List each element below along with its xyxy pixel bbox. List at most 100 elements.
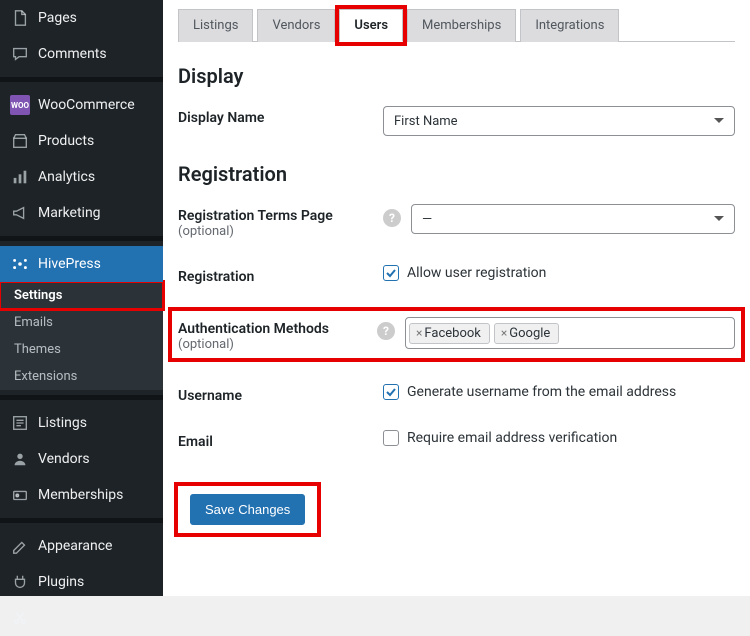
label-auth-methods: Authentication Methods (optional) [178, 317, 377, 352]
sidebar-separator [0, 518, 163, 523]
sidebar-item-label: Pages [38, 10, 77, 26]
row-email: Email Require email address verification [178, 430, 735, 450]
section-registration-title: Registration [178, 162, 735, 186]
sidebar-item-label: Analytics [38, 169, 95, 185]
tab-vendors[interactable]: Vendors [257, 9, 335, 42]
vendors-icon [10, 449, 30, 469]
label-optional: (optional) [178, 337, 377, 352]
sidebar-item-label: Memberships [38, 487, 123, 503]
auth-methods-input[interactable]: ×Facebook ×Google [405, 317, 735, 349]
listings-icon [10, 413, 30, 433]
tag-remove-icon[interactable]: × [501, 326, 507, 340]
sidebar-sub-emails[interactable]: Emails [0, 309, 163, 336]
sidebar-item-comments[interactable]: Comments [0, 36, 163, 72]
sidebar-item-hivepress[interactable]: HivePress [0, 246, 163, 282]
help-icon[interactable]: ? [377, 322, 395, 340]
sidebar-item-label: HivePress [38, 256, 101, 272]
row-username: Username Generate username from the emai… [178, 384, 735, 404]
save-button-label: Save Changes [205, 502, 290, 517]
sidebar-item-label: Plugins [38, 574, 84, 590]
tag-label: Google [509, 326, 550, 341]
pages-icon [10, 8, 30, 28]
memberships-icon [10, 485, 30, 505]
sidebar-item-listings[interactable]: Listings [0, 405, 163, 441]
label-registration: Registration [178, 265, 383, 285]
sidebar-sub-label: Themes [14, 342, 61, 357]
main-content: Listings Vendors Users Memberships Integ… [163, 0, 750, 596]
tab-memberships[interactable]: Memberships [407, 9, 516, 42]
checkbox-label: Generate username from the email address [407, 384, 676, 400]
checkbox-generate-username[interactable]: Generate username from the email address [383, 384, 676, 400]
tag-facebook[interactable]: ×Facebook [409, 323, 490, 344]
sidebar-sub-label: Emails [14, 315, 53, 330]
products-icon [10, 131, 30, 151]
tag-label: Facebook [424, 326, 480, 341]
sidebar-item-vendors[interactable]: Vendors [0, 441, 163, 477]
tab-integrations[interactable]: Integrations [520, 9, 619, 42]
appearance-icon [10, 536, 30, 556]
sidebar-separator [0, 77, 163, 82]
row-auth-methods: Authentication Methods (optional) ? ×Fac… [172, 311, 741, 358]
sidebar-item-analytics[interactable]: Analytics [0, 159, 163, 195]
row-reg-terms: Registration Terms Page (optional) ? — [178, 204, 735, 239]
sidebar-separator [0, 236, 163, 241]
checkbox-label: Allow user registration [407, 265, 546, 281]
label-display-name: Display Name [178, 106, 383, 126]
save-button[interactable]: Save Changes [190, 494, 305, 525]
sidebar-sub-label: Settings [14, 288, 62, 303]
sidebar-item-products[interactable]: Products [0, 123, 163, 159]
hivepress-icon [10, 254, 30, 274]
analytics-icon [10, 167, 30, 187]
admin-sidebar: Pages Comments WOO WooCommerce Products … [0, 0, 163, 596]
snippets-icon [10, 608, 30, 628]
label-text: Registration Terms Page [178, 208, 333, 224]
settings-tabs: Listings Vendors Users Memberships Integ… [178, 0, 735, 42]
sidebar-item-marketing[interactable]: Marketing [0, 195, 163, 231]
sidebar-item-appearance[interactable]: Appearance [0, 528, 163, 564]
tab-listings[interactable]: Listings [178, 9, 253, 42]
plugins-icon [10, 572, 30, 592]
sidebar-item-woocommerce[interactable]: WOO WooCommerce [0, 87, 163, 123]
tag-google[interactable]: ×Google [494, 323, 559, 344]
sidebar-item-label: Appearance [38, 538, 112, 554]
tab-users[interactable]: Users [339, 9, 403, 42]
select-value: First Name [394, 114, 458, 129]
row-display-name: Display Name First Name [178, 106, 735, 136]
select-value: — [422, 212, 432, 227]
sidebar-item-label: Comments [38, 46, 107, 62]
sidebar-sub-themes[interactable]: Themes [0, 336, 163, 363]
label-reg-terms: Registration Terms Page (optional) [178, 204, 383, 239]
woocommerce-icon: WOO [10, 95, 30, 115]
sidebar-item-label: Marketing [38, 205, 101, 221]
sidebar-item-plugins[interactable]: Plugins [0, 564, 163, 600]
checkbox-allow-registration[interactable]: Allow user registration [383, 265, 546, 281]
help-icon[interactable]: ? [383, 209, 401, 227]
save-highlight: Save Changes [178, 486, 317, 533]
comments-icon [10, 44, 30, 64]
checkbox-require-email-verif[interactable]: Require email address verification [383, 430, 617, 446]
tag-remove-icon[interactable]: × [416, 326, 422, 340]
select-display-name[interactable]: First Name [383, 106, 735, 136]
marketing-icon [10, 203, 30, 223]
sidebar-item-label: WooCommerce [38, 97, 135, 113]
tab-label: Memberships [422, 18, 501, 33]
sidebar-item-label: Products [38, 133, 94, 149]
sidebar-item-pages[interactable]: Pages [0, 0, 163, 36]
checkbox-label: Require email address verification [407, 430, 617, 446]
sidebar-item-label: Snippets [38, 610, 92, 626]
select-reg-terms[interactable]: — [411, 204, 735, 234]
sidebar-item-label: Listings [38, 415, 87, 431]
sidebar-sub-extensions[interactable]: Extensions [0, 363, 163, 390]
sidebar-separator [0, 395, 163, 400]
label-text: Authentication Methods [178, 321, 329, 337]
sidebar-item-memberships[interactable]: Memberships [0, 477, 163, 513]
label-optional: (optional) [178, 224, 383, 239]
sidebar-item-snippets[interactable]: Snippets [0, 600, 163, 636]
checkbox-box [383, 265, 399, 281]
tab-label: Listings [193, 18, 238, 33]
sidebar-item-label: Vendors [38, 451, 90, 467]
tab-label: Integrations [535, 18, 604, 33]
sidebar-sub-settings[interactable]: Settings [0, 282, 163, 309]
section-display-title: Display [178, 64, 735, 88]
label-username: Username [178, 384, 383, 404]
